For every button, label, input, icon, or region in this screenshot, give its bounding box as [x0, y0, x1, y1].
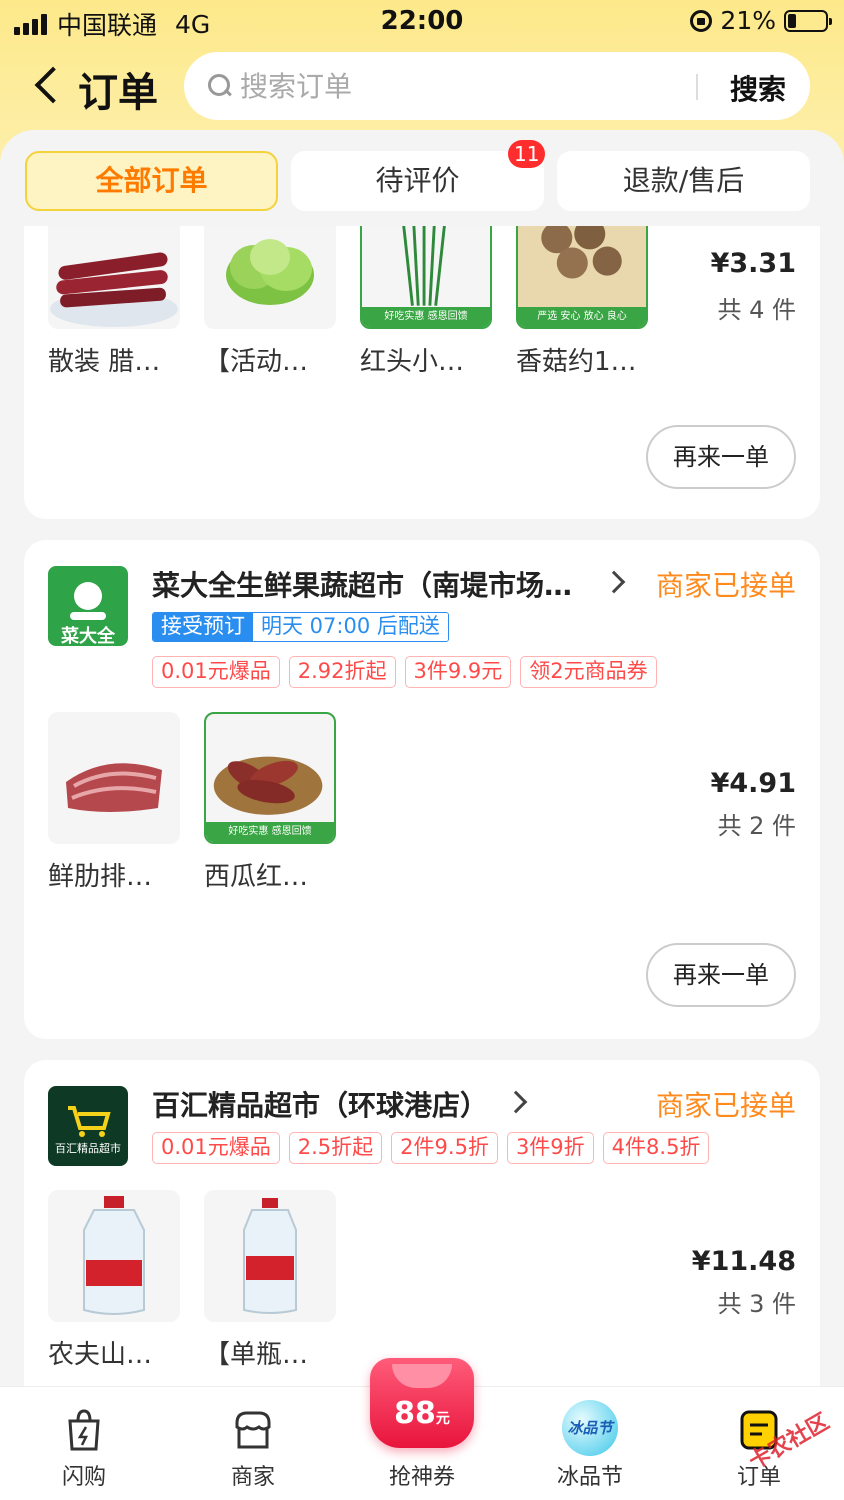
order-price: ¥4.91 — [710, 768, 796, 799]
page-title: 订单 — [78, 70, 158, 116]
product-name: 【单瓶… — [204, 1340, 309, 1370]
ribs-image — [48, 712, 180, 844]
product-name: 鲜肋排… — [48, 862, 153, 892]
product-item[interactable]: 农夫山… — [48, 1190, 180, 1371]
product-name: 红头小… — [360, 347, 465, 377]
promo-tag: 4件8.5折 — [602, 1132, 710, 1164]
shop-logo[interactable]: 菜大全 — [48, 566, 128, 647]
promo-tag: 3件9折 — [506, 1132, 594, 1164]
booking-tag: 接受预订 — [153, 613, 253, 641]
promo-tags: 0.01元爆品 2.5折起 2件9.5折 3件9折 4件8.5折 — [152, 1132, 710, 1164]
order-card: 散装 腊… 【活动… 好吃实惠 感恩回馈 红头小… 严选 安心 放心 良心 香菇… — [24, 226, 820, 519]
order-list[interactable]: 散装 腊… 【活动… 好吃实惠 感恩回馈 红头小… 严选 安心 放心 良心 香菇… — [0, 226, 844, 1386]
status-right: 21% — [690, 6, 832, 35]
product-item[interactable]: 好吃实惠 感恩回馈 西瓜红… — [204, 712, 336, 893]
water-bottle-image — [204, 1190, 336, 1322]
search-divider — [696, 74, 698, 100]
nav-label: 闪购 — [61, 1465, 106, 1490]
order-card: 百汇精品超市 百汇精品超市（环球港店） 商家已接单 0.01元爆品 2.5折起 … — [24, 1060, 820, 1386]
product-name: 农夫山… — [48, 1340, 153, 1370]
promo-tag: 2.92折起 — [288, 656, 396, 688]
product-name: 香菇约1… — [516, 347, 637, 377]
pending-review-badge: 11 — [508, 140, 546, 168]
search-button[interactable]: 搜索 — [730, 68, 786, 108]
product-name: 【活动… — [204, 347, 309, 377]
promo-tag: 3件9.9元 — [404, 656, 512, 688]
nav-flash-buy[interactable]: 闪购 — [24, 1387, 144, 1500]
tab-pending-review[interactable]: 待评价 — [291, 151, 544, 211]
product-item[interactable]: 鲜肋排… — [48, 712, 180, 893]
order-status: 商家已接单 — [655, 569, 796, 602]
rotation-lock-icon — [690, 9, 713, 32]
shop-logo-text: 菜大全 — [61, 626, 115, 647]
chevron-right-icon[interactable] — [504, 1090, 528, 1114]
order-price: ¥11.48 — [691, 1246, 796, 1277]
chevron-right-icon[interactable] — [602, 570, 626, 594]
scallion-image: 好吃实惠 感恩回馈 — [360, 226, 492, 329]
item-count: 共 2 件 — [717, 812, 796, 840]
promo-amount: 88元 — [394, 1396, 450, 1431]
product-item[interactable]: 严选 安心 放心 良心 香菇约1… — [516, 226, 648, 378]
sweet-potato-image: 好吃实惠 感恩回馈 — [204, 712, 336, 844]
product-ribbon: 好吃实惠 感恩回馈 — [362, 307, 490, 327]
promo-tag: 领2元商品券 — [520, 656, 657, 688]
promo-tags: 0.01元爆品 2.92折起 3件9.9元 领2元商品券 — [152, 656, 657, 688]
store-icon — [233, 1409, 273, 1451]
delivery-time: 明天 07:00 后配送 — [253, 613, 448, 641]
product-name: 散装 腊… — [48, 347, 161, 377]
item-count: 共 4 件 — [717, 296, 796, 324]
nav-bar: 订单 搜索 — [0, 50, 844, 122]
search-icon — [208, 74, 232, 98]
shop-logo-text: 百汇精品超市 — [55, 1142, 121, 1155]
order-status: 商家已接单 — [655, 1089, 796, 1122]
shop-logo[interactable]: 百汇精品超市 — [48, 1086, 128, 1166]
water-bottle-image — [48, 1190, 180, 1322]
promo-tag: 0.01元爆品 — [152, 656, 280, 688]
lettuce-image — [204, 226, 336, 329]
mushroom-image: 严选 安心 放心 良心 — [516, 226, 648, 329]
tab-refund-aftersale[interactable]: 退款/售后 — [557, 151, 810, 211]
battery-icon — [784, 9, 832, 32]
product-item[interactable]: 【单瓶… — [204, 1190, 336, 1371]
product-item[interactable]: 好吃实惠 感恩回馈 红头小… — [360, 226, 492, 378]
product-name: 西瓜红… — [204, 862, 309, 892]
booking-label: 接受预订 明天 07:00 后配送 — [152, 612, 449, 642]
status-bar: 中国联通 4G 22:00 21% — [0, 0, 844, 44]
back-arrow-icon[interactable] — [32, 64, 72, 108]
nav-merchants[interactable]: 商家 — [193, 1387, 313, 1500]
product-item[interactable]: 散装 腊… — [48, 226, 180, 378]
battery-percent: 21% — [720, 6, 776, 35]
sausage-image — [48, 226, 180, 329]
nav-label: 冰品节 — [556, 1465, 623, 1490]
product-ribbon: 好吃实惠 感恩回馈 — [206, 822, 334, 842]
promo-tag: 0.01元爆品 — [152, 1132, 280, 1164]
nav-label: 商家 — [230, 1465, 275, 1490]
order-card: 菜大全 菜大全生鲜果蔬超市（南堤市场… 商家已接单 接受预订 明天 07:00 … — [24, 540, 820, 1039]
nav-label: 抢神券 — [388, 1465, 455, 1490]
product-item[interactable]: 【活动… — [204, 226, 336, 378]
order-price: ¥3.31 — [710, 248, 796, 279]
product-ribbon: 严选 安心 放心 良心 — [518, 307, 646, 327]
shop-name[interactable]: 菜大全生鲜果蔬超市（南堤市场… — [152, 564, 572, 604]
search-input[interactable] — [240, 66, 680, 106]
reorder-button[interactable]: 再来一单 — [646, 425, 796, 489]
item-count: 共 3 件 — [717, 1290, 796, 1318]
coupon-88-icon[interactable]: 88元 — [370, 1358, 474, 1448]
promo-tag: 2件9.5折 — [391, 1132, 498, 1164]
shop-name[interactable]: 百汇精品超市（环球港店） — [152, 1084, 488, 1124]
search-box[interactable]: 搜索 — [184, 52, 810, 120]
shopping-bag-icon — [64, 1409, 104, 1451]
promo-tag: 2.5折起 — [288, 1132, 383, 1164]
ice-festival-icon[interactable]: 冰品节 — [562, 1400, 618, 1456]
tab-all-orders[interactable]: 全部订单 — [25, 151, 278, 211]
promo-envelope-flap — [392, 1364, 452, 1388]
reorder-button[interactable]: 再来一单 — [646, 943, 796, 1007]
